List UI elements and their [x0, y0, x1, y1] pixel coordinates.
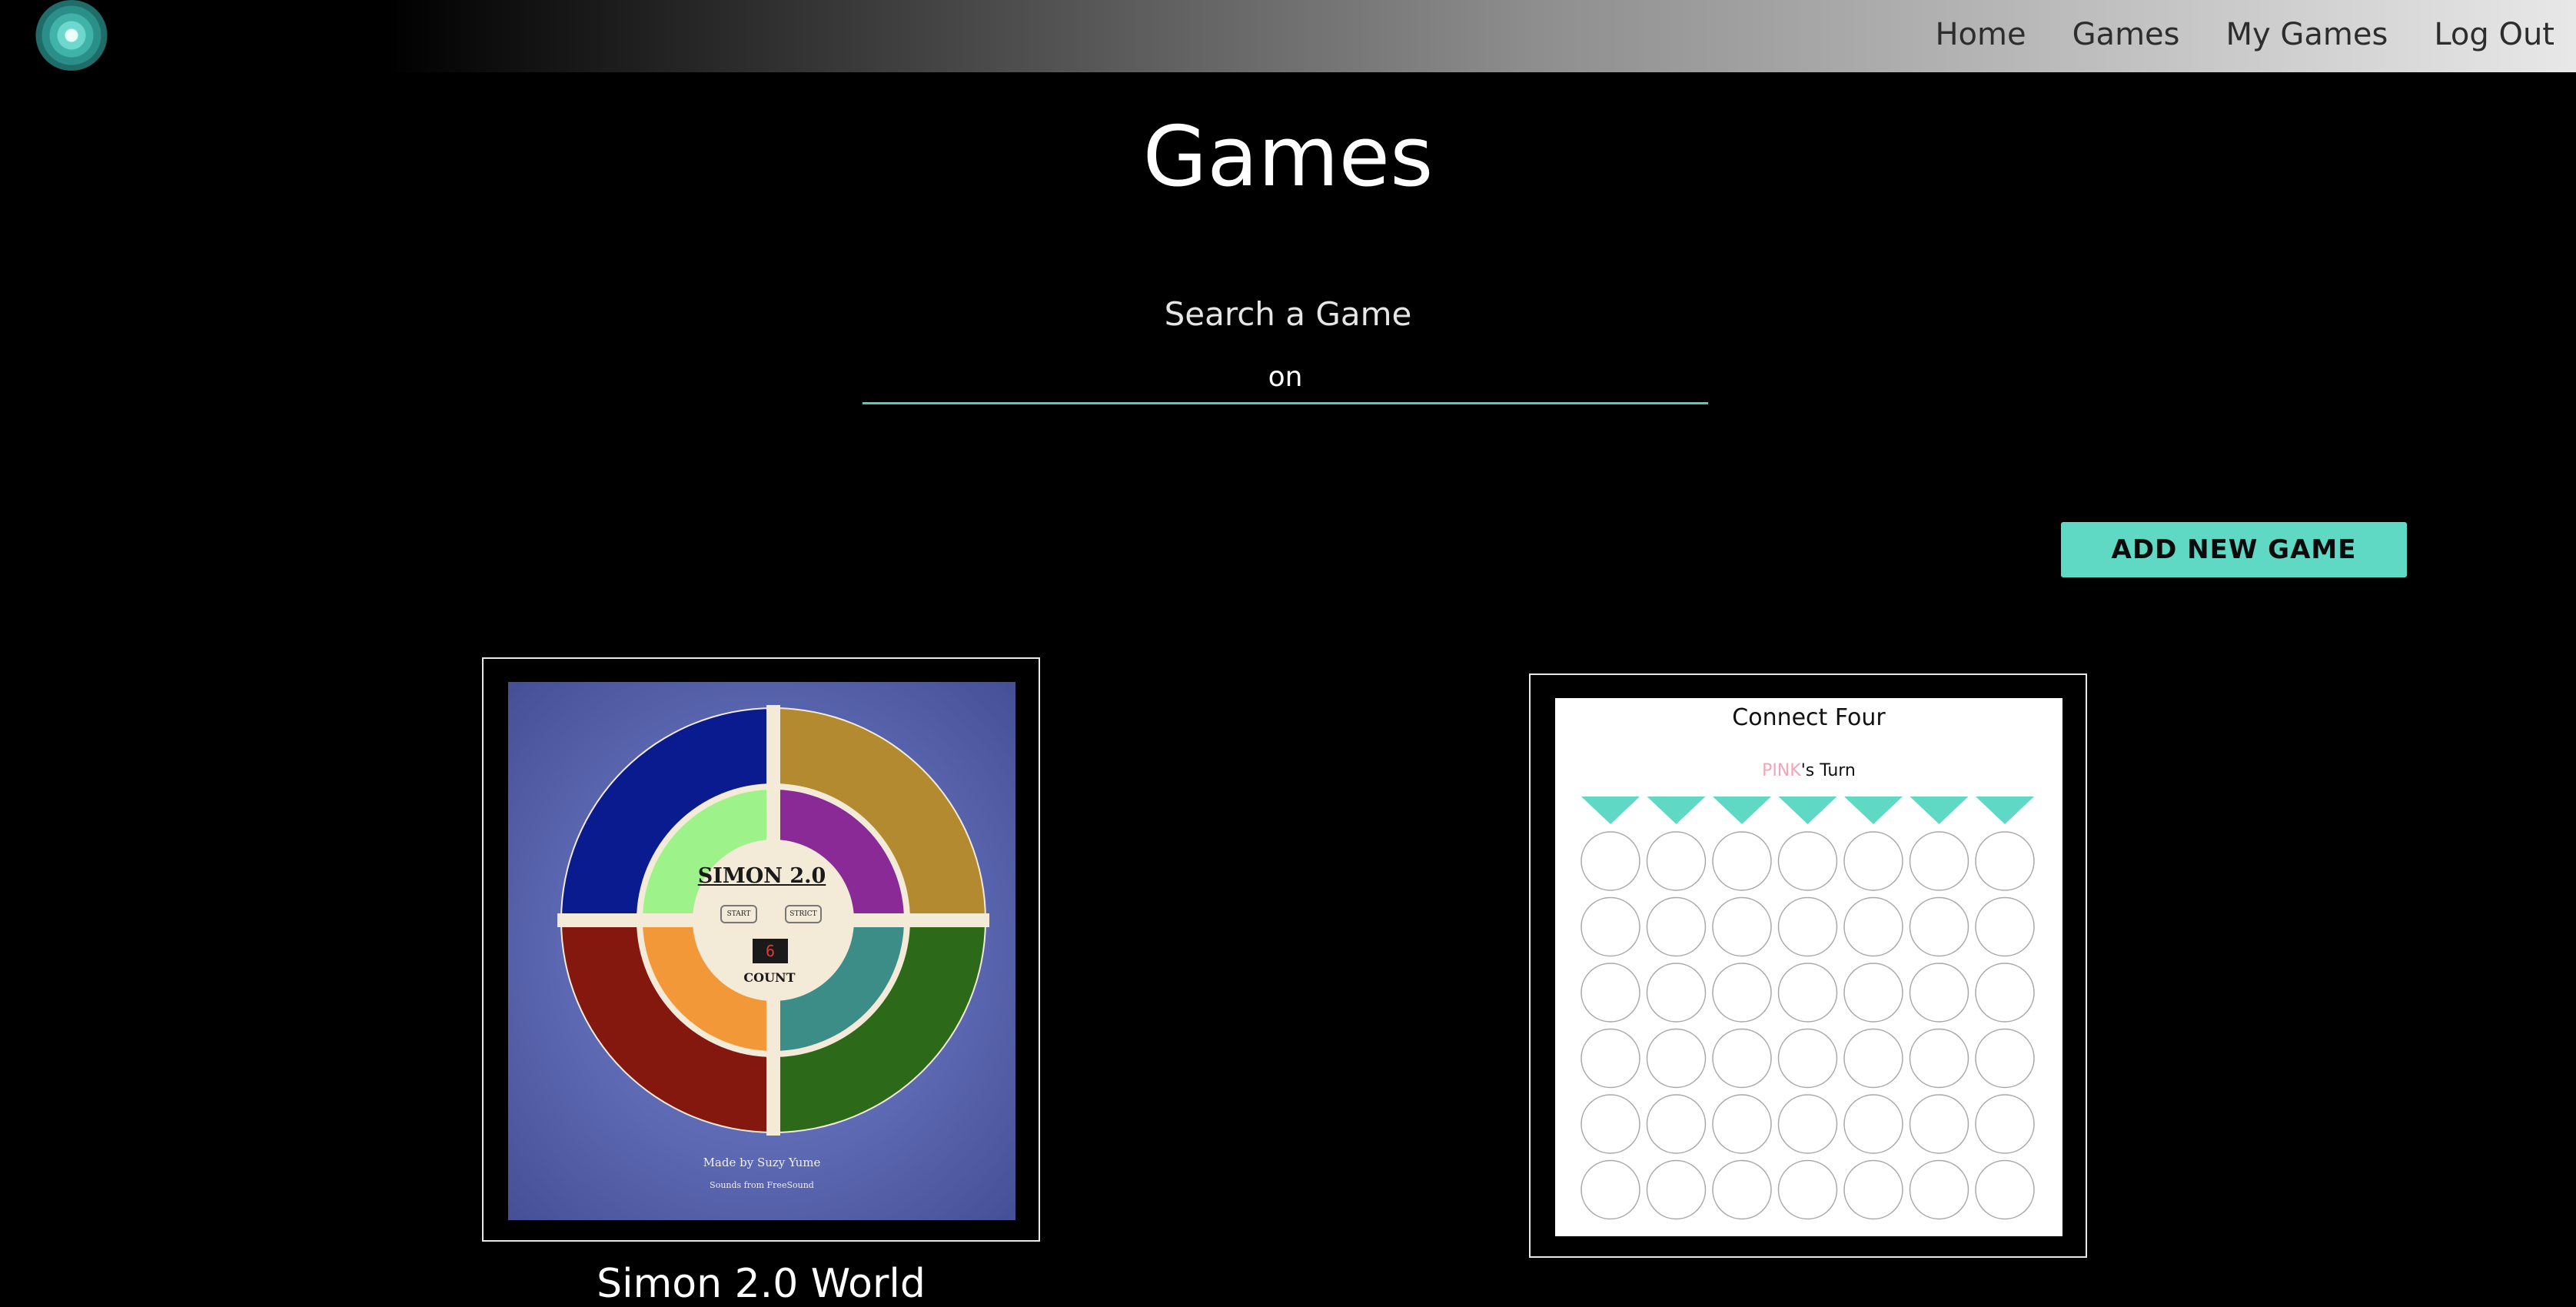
top-navbar: Home Games My Games Log Out [0, 0, 2576, 72]
c4-drop-arrow-icon[interactable] [1647, 797, 1706, 824]
c4-slot [1581, 963, 1640, 1023]
nav-links: Home Games My Games Log Out [1889, 0, 2554, 69]
c4-slot [1843, 1094, 1903, 1154]
c4-slot [1646, 963, 1707, 1023]
c4-slot [1909, 963, 1969, 1023]
c4-slot [1909, 1028, 1969, 1089]
c4-slot [1712, 831, 1772, 891]
simon-count-label: COUNT [743, 970, 796, 985]
c4-slot [1843, 1159, 1903, 1220]
c4-slot [1712, 963, 1772, 1023]
simon-count-display: 6 [753, 939, 788, 963]
c4-slot [1909, 1159, 1969, 1220]
c4-drop-arrow-icon[interactable] [1976, 797, 2034, 824]
game-card-simon[interactable]: SIMON 2.0 START STRICT 6 COUNT Made by S… [482, 657, 1040, 1242]
c4-slot [1646, 1094, 1707, 1154]
nav-link-home[interactable]: Home [1935, 17, 2026, 52]
c4-drop-arrow-icon[interactable] [1844, 797, 1903, 824]
c4-slot [1581, 1159, 1640, 1220]
c4-slot [1909, 831, 1969, 891]
c4-slot [1646, 896, 1707, 957]
game-thumbnail-simon[interactable]: SIMON 2.0 START STRICT 6 COUNT Made by S… [508, 682, 1015, 1220]
c4-slot [1777, 831, 1838, 891]
c4-slot [1909, 1094, 1969, 1154]
c4-drop-arrow-icon[interactable] [1910, 797, 1969, 824]
c4-slot [1777, 1028, 1838, 1089]
nav-link-my-games[interactable]: My Games [2225, 17, 2388, 52]
c4-board-graphic [1581, 797, 2035, 1220]
c4-slot [1777, 896, 1838, 957]
c4-slot [1909, 896, 1969, 957]
game-card-connect-four[interactable]: Connect Four PINK's Turn [1529, 673, 2087, 1258]
c4-slot [1712, 1094, 1772, 1154]
c4-slot [1581, 1094, 1640, 1154]
c4-slot [1975, 1094, 2035, 1154]
c4-slot [1975, 1159, 2035, 1220]
c4-slot [1843, 1028, 1903, 1089]
add-new-game-button[interactable]: ADD NEW GAME [2061, 522, 2407, 577]
simon-strict-button: STRICT [785, 905, 822, 923]
c4-slot [1843, 963, 1903, 1023]
simon-credit-author: Made by Suzy Yume [703, 1156, 821, 1169]
c4-slot [1646, 1028, 1707, 1089]
search-label: Search a Game [1164, 295, 1412, 333]
simon-credit-sounds: Sounds from FreeSound [710, 1180, 814, 1190]
search-input[interactable] [863, 352, 1708, 404]
c4-drop-arrow-icon[interactable] [1713, 797, 1771, 824]
c4-slot [1975, 896, 2035, 957]
c4-slot [1777, 1094, 1838, 1154]
c4-slot [1712, 896, 1772, 957]
c4-drop-arrow-icon[interactable] [1581, 797, 1640, 824]
nav-link-log-out[interactable]: Log Out [2434, 17, 2554, 52]
c4-slot [1777, 1159, 1838, 1220]
c4-slot [1975, 831, 2035, 891]
site-logo-icon[interactable] [35, 0, 108, 71]
game-card-title[interactable]: Simon 2.0 World [482, 1261, 1040, 1307]
simon-start-button: START [720, 905, 757, 923]
c4-slot [1975, 963, 2035, 1023]
c4-slot [1712, 1028, 1772, 1089]
nav-link-games[interactable]: Games [2072, 17, 2180, 52]
c4-slot [1646, 1159, 1707, 1220]
c4-slot [1843, 896, 1903, 957]
c4-slot [1712, 1159, 1772, 1220]
c4-slot [1646, 831, 1707, 891]
c4-slot [1581, 831, 1640, 891]
c4-slot [1843, 831, 1903, 891]
c4-slot [1777, 963, 1838, 1023]
simon-heading: SIMON 2.0 [697, 864, 826, 888]
c4-drop-arrow-icon[interactable] [1778, 797, 1837, 824]
c4-slot [1975, 1028, 2035, 1089]
c4-slot [1581, 1028, 1640, 1089]
c4-slot [1581, 896, 1640, 957]
game-thumbnail-connect-four[interactable]: Connect Four PINK's Turn [1555, 698, 2062, 1236]
page-title: Games [1142, 109, 1434, 205]
